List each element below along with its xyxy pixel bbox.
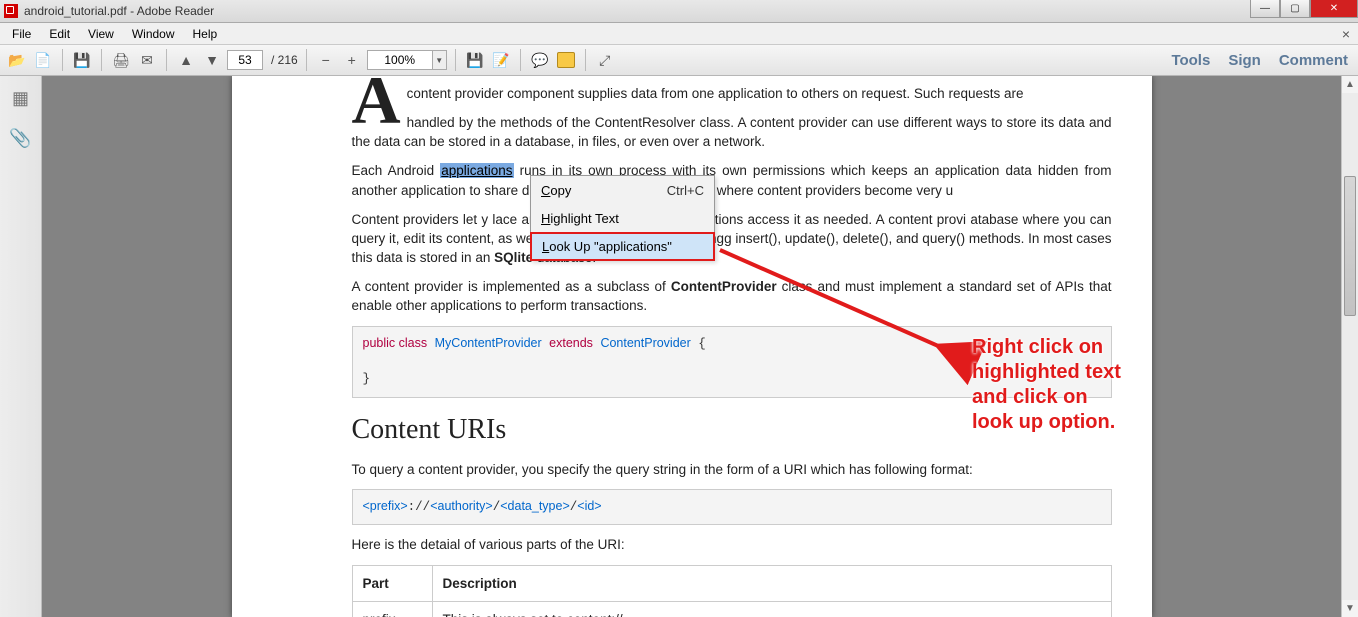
- save-icon[interactable]: 💾: [71, 49, 93, 71]
- para-text: handled by the methods of the ContentRes…: [352, 113, 1112, 151]
- close-button[interactable]: ✕: [1310, 0, 1358, 18]
- context-menu-highlight-text[interactable]: Highlight Text: [531, 204, 714, 232]
- menu-view[interactable]: View: [80, 25, 122, 43]
- para-text: Each Android: [352, 163, 441, 178]
- context-menu-copy[interactable]: Copy Ctrl+C: [531, 176, 714, 204]
- table-cell: This is always set to content://: [432, 601, 1111, 617]
- document-close-icon[interactable]: ×: [1342, 26, 1350, 42]
- para-text: Content providers let y lace and have ma…: [352, 212, 1112, 265]
- document-area[interactable]: Acontent provider component supplies dat…: [42, 76, 1341, 617]
- context-menu-look-up[interactable]: Look Up "applications": [530, 232, 715, 261]
- vertical-scrollbar[interactable]: ▲ ▼: [1341, 76, 1358, 617]
- shortcut-text: Ctrl+C: [667, 183, 704, 198]
- table-header: Description: [432, 565, 1111, 601]
- separator: [455, 49, 456, 71]
- uri-table: Part Description prefix This is always s…: [352, 565, 1112, 617]
- comment-link[interactable]: Comment: [1279, 52, 1348, 69]
- read-mode-icon[interactable]: ⤢: [594, 49, 616, 71]
- zoom-input[interactable]: [367, 50, 433, 70]
- app-icon: [4, 4, 18, 18]
- separator: [306, 49, 307, 71]
- sticky-note-icon[interactable]: 💬: [529, 49, 551, 71]
- zoom-out-icon[interactable]: −: [315, 49, 337, 71]
- code-block: <prefix>://<authority>/<data_type>/<id>: [352, 489, 1112, 526]
- scroll-up-icon[interactable]: ▲: [1342, 76, 1358, 93]
- minimize-button[interactable]: —: [1250, 0, 1280, 18]
- bold-text: SQlite: [494, 250, 533, 265]
- open-icon[interactable]: 📂: [6, 49, 28, 71]
- tools-link[interactable]: Tools: [1171, 52, 1210, 69]
- page-prev-icon[interactable]: ▲: [175, 49, 197, 71]
- menu-edit[interactable]: Edit: [41, 25, 78, 43]
- context-menu: Copy Ctrl+C Highlight Text Look Up "appl…: [530, 175, 715, 261]
- menu-file[interactable]: File: [4, 25, 39, 43]
- maximize-button[interactable]: ▢: [1280, 0, 1310, 18]
- table-header: Part: [352, 565, 432, 601]
- para-text: A content provider is implemented as a s…: [352, 279, 671, 294]
- sign-link[interactable]: Sign: [1228, 52, 1261, 69]
- page-total: / 216: [271, 53, 298, 67]
- window-title: android_tutorial.pdf - Adobe Reader: [24, 4, 214, 18]
- thumbnails-tab-icon[interactable]: ▦: [9, 86, 33, 110]
- menu-help[interactable]: Help: [185, 25, 226, 43]
- para-text: Here is the detaial of various parts of …: [352, 535, 1112, 554]
- para-text: content provider component supplies data…: [407, 86, 1024, 101]
- separator: [62, 49, 63, 71]
- annotation-text: Right click on highlighted text and clic…: [972, 335, 1121, 435]
- email-icon[interactable]: ✉: [136, 49, 158, 71]
- export-pdf-icon[interactable]: 📄: [32, 49, 54, 71]
- table-cell: prefix: [352, 601, 432, 617]
- separator: [520, 49, 521, 71]
- separator: [101, 49, 102, 71]
- print-icon[interactable]: 🖨: [110, 49, 132, 71]
- separator: [585, 49, 586, 71]
- scroll-down-icon[interactable]: ▼: [1342, 600, 1358, 617]
- zoom-dropdown-icon[interactable]: ▼: [433, 50, 447, 70]
- signature-icon[interactable]: 📝: [490, 49, 512, 71]
- para-text: To query a content provider, you specify…: [352, 460, 1112, 479]
- separator: [166, 49, 167, 71]
- saveas-icon[interactable]: 💾: [464, 49, 486, 71]
- page-next-icon[interactable]: ▼: [201, 49, 223, 71]
- attachments-tab-icon[interactable]: 📎: [9, 126, 33, 150]
- highlighted-text[interactable]: applications: [440, 163, 513, 178]
- dropcap: A: [352, 76, 401, 126]
- zoom-in-icon[interactable]: +: [341, 49, 363, 71]
- scroll-thumb[interactable]: [1344, 176, 1356, 316]
- menu-window[interactable]: Window: [124, 25, 183, 43]
- table-row: prefix This is always set to content://: [352, 601, 1111, 617]
- bold-text: ContentProvider: [671, 279, 777, 294]
- page-number-input[interactable]: [227, 50, 263, 70]
- highlight-tool-icon[interactable]: [555, 49, 577, 71]
